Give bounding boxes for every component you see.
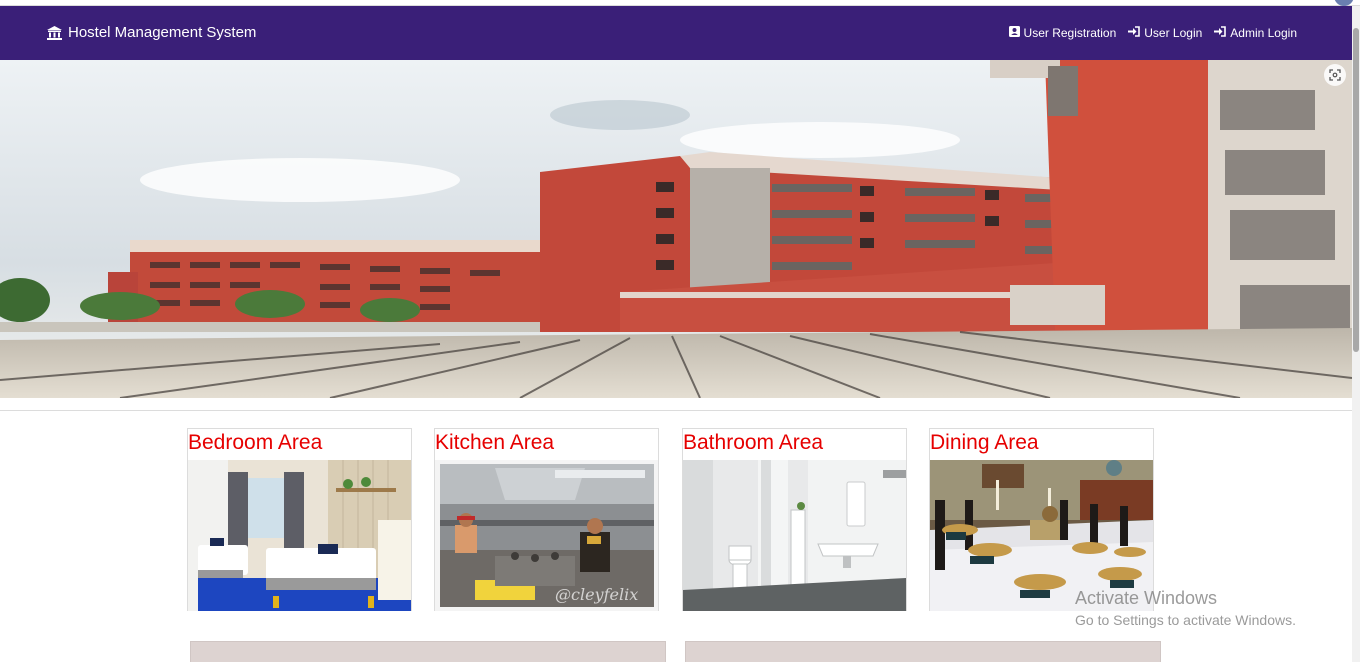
user-registration-link[interactable]: User Registration: [1008, 26, 1117, 40]
bedroom-image: [188, 460, 411, 611]
brand-title: Hostel Management System: [68, 24, 257, 41]
card-dining[interactable]: Dining Area: [929, 428, 1154, 611]
user-login-label: User Login: [1144, 26, 1203, 40]
card-kitchen[interactable]: Kitchen Area @cleyfelix: [434, 428, 659, 611]
hero-image: [0, 60, 1352, 398]
user-registration-label: User Registration: [1023, 26, 1117, 40]
nav-links: User Registration User Login Admin Login: [1008, 26, 1297, 40]
admin-login-label: Admin Login: [1230, 26, 1297, 40]
card-bedroom[interactable]: Bedroom Area: [187, 428, 412, 611]
bathroom-image: [683, 460, 906, 611]
watermark-subtitle: Go to Settings to activate Windows.: [1075, 612, 1296, 628]
scrollbar[interactable]: [1352, 6, 1360, 662]
hero-banner: [0, 60, 1352, 398]
sign-in-icon: [1214, 26, 1227, 40]
sign-in-icon: [1128, 26, 1141, 40]
card-title: Dining Area: [930, 431, 1039, 454]
section-divider: [0, 410, 1352, 411]
info-panel-left: [190, 641, 666, 662]
institution-icon: [47, 25, 62, 40]
card-bathroom[interactable]: Bathroom Area: [682, 428, 907, 611]
svg-text:@cleyfelix: @cleyfelix: [555, 585, 638, 604]
watermark-title: Activate Windows: [1075, 588, 1218, 608]
card-title: Bathroom Area: [683, 431, 824, 454]
admin-login-link[interactable]: Admin Login: [1214, 26, 1297, 40]
kitchen-image: @cleyfelix: [435, 460, 658, 611]
info-panel-right: [685, 641, 1161, 662]
windows-activation-watermark: Activate Windows Go to Settings to activ…: [1075, 588, 1296, 628]
zoom-button[interactable]: [1324, 64, 1346, 86]
address-card-icon: [1008, 26, 1020, 40]
zoom-icon: [1329, 69, 1341, 81]
user-login-link[interactable]: User Login: [1128, 26, 1202, 40]
scrollbar-thumb[interactable]: [1353, 28, 1359, 352]
card-title: Kitchen Area: [435, 431, 555, 454]
navbar: Hostel Management System User Registrati…: [0, 6, 1352, 60]
brand[interactable]: Hostel Management System: [47, 24, 256, 41]
card-title: Bedroom Area: [188, 431, 323, 454]
